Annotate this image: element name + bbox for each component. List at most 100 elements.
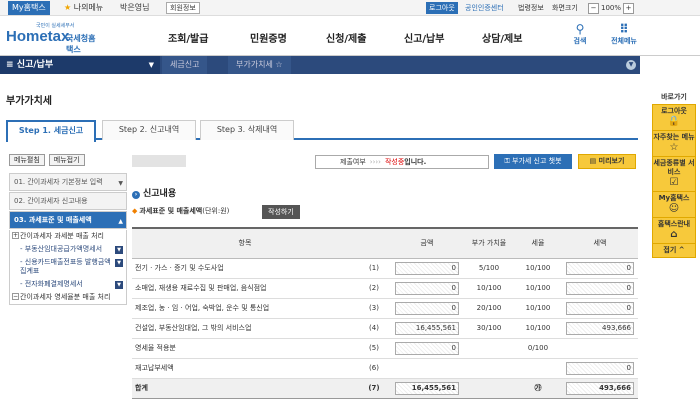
key-icon: ⚿	[504, 157, 513, 165]
subsection-title: ◆ 과세표준 및 매출세액(단위:원)	[132, 206, 229, 216]
sub-taxable-sales[interactable]: + 간이과세자 과세분 매출 처리	[9, 230, 127, 243]
cert-center-link[interactable]: 공인인증센터	[465, 2, 504, 14]
preview-button[interactable]: ▤ 미리보기	[578, 154, 636, 169]
quick-my-hometax[interactable]: My홈택스 ☺	[653, 192, 695, 218]
site-header: 국민이 실세세무서 Hometax 국세청홈택스 조회/발급 민원증명 신청/제…	[0, 16, 700, 56]
amount-field[interactable]: 16,455,561	[395, 321, 459, 335]
row-tax: 0	[562, 258, 638, 279]
left-item-tax-base[interactable]: 03. 과세표준 및 매출세액 ▲	[9, 211, 127, 229]
left-item-label: 01. 간이과세자 기본정보 입력	[14, 178, 103, 186]
amount-field[interactable]: 0	[395, 341, 459, 355]
page-title: 부가가치세	[6, 96, 52, 107]
search-button[interactable]: ⚲ 검색	[565, 22, 595, 46]
search-icon: ⚲	[575, 22, 585, 36]
amount-field[interactable]: 16,455,561	[395, 381, 459, 395]
amount-field[interactable]: 0	[395, 281, 459, 295]
quick-frequent-menu[interactable]: 자주찾는 메뉴 ☆	[653, 131, 695, 157]
top-utility-bar: My홈택스 ★ 나의메뉴 박은영님 회원정보 로그아웃 공인인증센터 법령정보 …	[0, 0, 700, 16]
chevron-down-icon: ▼	[118, 180, 123, 187]
all-menu-label: 전체메뉴	[611, 37, 637, 45]
expand-icon[interactable]: ▼	[626, 60, 636, 70]
row-tax-rate: 10/100	[514, 318, 562, 339]
user-name: 박은영님	[120, 3, 150, 12]
star-icon[interactable]: ☆	[275, 60, 282, 69]
tax-field[interactable]: 493,666	[566, 381, 634, 395]
unit-label: (단위:원)	[202, 207, 230, 215]
tax-base-table: 항목 금액 부가 가치율 세율 세액 전기 · 가스 · 증기 및 수도사업 (1…	[132, 227, 638, 399]
table-row: 건설업, 부동산임대업, 그 밖의 서비스업 (4) 16,455,561 30/10…	[132, 318, 638, 339]
favorite-menu[interactable]: ★ 나의메뉴	[64, 2, 103, 14]
row-tax: 493,666	[562, 318, 638, 339]
subsection-text: 과세표준 및 매출세액	[139, 207, 203, 215]
menu-collapse-button[interactable]: 메뉴접기	[48, 154, 85, 166]
row-no: (2)	[358, 278, 390, 299]
vat-chatbot-button[interactable]: ⚿ 부가세 신고 챗봇	[494, 154, 572, 169]
row-no: (6)	[358, 358, 390, 379]
write-button[interactable]: 작성하기	[262, 205, 300, 219]
row-item: 재고납부세액	[132, 358, 358, 379]
sub-e-money[interactable]: - 전자화폐결제명세서 ▼	[9, 278, 127, 291]
menu-expand-button[interactable]: 메뉴펼침	[9, 154, 45, 166]
sub-zero-rate-sales[interactable]: − 간이과세자 영세율분 매출 처리	[9, 291, 127, 305]
guide-icon: ⌂	[670, 229, 678, 240]
law-info-link[interactable]: 법령정보	[518, 2, 544, 14]
left-step-menu: 01. 간이과세자 기본정보 입력 ▼ 02. 간이과세자 신고내용 03. 과세…	[9, 173, 127, 305]
tax-field[interactable]: 0	[566, 281, 634, 295]
hometax-logo[interactable]: 국민이 실세세무서 Hometax 국세청홈택스	[6, 22, 98, 54]
row-no: (1)	[358, 258, 390, 279]
left-item-report[interactable]: 02. 간이과세자 신고내용	[9, 192, 127, 210]
tax-field[interactable]: 0	[566, 361, 634, 375]
header-tax-rate: 세율	[514, 227, 562, 259]
row-tax	[562, 338, 638, 359]
status-suffix: 입니다.	[404, 158, 427, 166]
zoom-out-button[interactable]: −	[588, 2, 599, 14]
gnb-application[interactable]: 신청/제출	[326, 30, 366, 45]
sub-label: 간이과세자 영세율분 매출 처리	[20, 293, 111, 301]
taxpayer-info-placeholder	[132, 155, 186, 167]
header-tax: 세액	[562, 227, 638, 259]
status-label: 제출여부	[340, 158, 366, 166]
my-hometax-tab[interactable]: My홈택스	[8, 1, 50, 15]
breadcrumb-vat[interactable]: 부가가치세 ☆	[228, 56, 291, 74]
breadcrumb-vat-label: 부가가치세	[236, 60, 273, 69]
tax-field[interactable]: 493,666	[566, 321, 634, 335]
quick-tax-service[interactable]: 세금종류별 서비스 ☑	[653, 157, 695, 192]
tab-step1[interactable]: Step 1. 세금신고	[6, 120, 96, 142]
left-menu-buttons: 메뉴펼침 메뉴접기	[9, 154, 85, 166]
row-item: 건설업, 부동산임대업, 그 밖의 서비스업	[132, 318, 358, 339]
all-menu-button[interactable]: ⠿ 전체메뉴	[606, 22, 642, 46]
tab-step3[interactable]: Step 3. 삭제내역	[200, 120, 294, 140]
row-amount: 16,455,561	[390, 318, 464, 339]
amount-field[interactable]: 0	[395, 301, 459, 315]
status-dots: ››››	[369, 158, 381, 166]
quick-hometax-guide[interactable]: 홈택스란내 ⌂	[653, 218, 695, 244]
breadcrumb-tax-filing[interactable]: 세금신고	[162, 56, 208, 74]
gnb-consult[interactable]: 상담/제보	[482, 30, 522, 45]
tax-field[interactable]: 0	[566, 301, 634, 315]
quick-links: 바로가기 로그아웃 🔒 자주찾는 메뉴 ☆ 세금종류별 서비스 ☑ My홈택스 ☺ 홈택…	[652, 92, 696, 258]
table-row: 합계 (7) 16,455,561 ㉮ 493,666	[132, 378, 638, 399]
status-value: 작성중	[384, 158, 405, 166]
zoom-in-button[interactable]: +	[623, 2, 635, 14]
gnb-inquiry[interactable]: 조회/발급	[168, 30, 208, 45]
zoom-value: 100%	[601, 4, 622, 12]
gnb-filing[interactable]: 신고/납부	[404, 30, 444, 45]
tax-field[interactable]: 0	[566, 261, 634, 275]
tab-step2[interactable]: Step 2. 신고내역	[102, 120, 196, 140]
gnb-certificate[interactable]: 민원증명	[250, 30, 287, 45]
quick-fold-button[interactable]: 접기 ^	[653, 244, 695, 257]
favorite-label: 나의메뉴	[73, 3, 104, 12]
nav-main-dropdown[interactable]: ≡ 신고/납부 ▼	[0, 56, 160, 74]
row-tax: 0	[562, 358, 638, 379]
left-item-basic-info[interactable]: 01. 간이과세자 기본정보 입력 ▼	[9, 173, 127, 191]
sub-card-summary[interactable]: - 신용카드매출전표등 발행금액집계표 ▼	[9, 256, 127, 278]
row-tax: 0	[562, 278, 638, 299]
amount-field[interactable]: 0	[395, 261, 459, 275]
quick-logout[interactable]: 로그아웃 🔒	[653, 105, 695, 131]
quick-links-title: 바로가기	[661, 93, 687, 101]
logout-button[interactable]: 로그아웃	[426, 2, 458, 14]
user-info-button[interactable]: 회원정보	[166, 2, 200, 14]
row-vat-rate: 30/100	[464, 318, 514, 339]
row-amount: 0	[390, 338, 464, 359]
sub-lease-statement[interactable]: - 부동산임대공급가액명세서 ▼	[9, 243, 127, 256]
